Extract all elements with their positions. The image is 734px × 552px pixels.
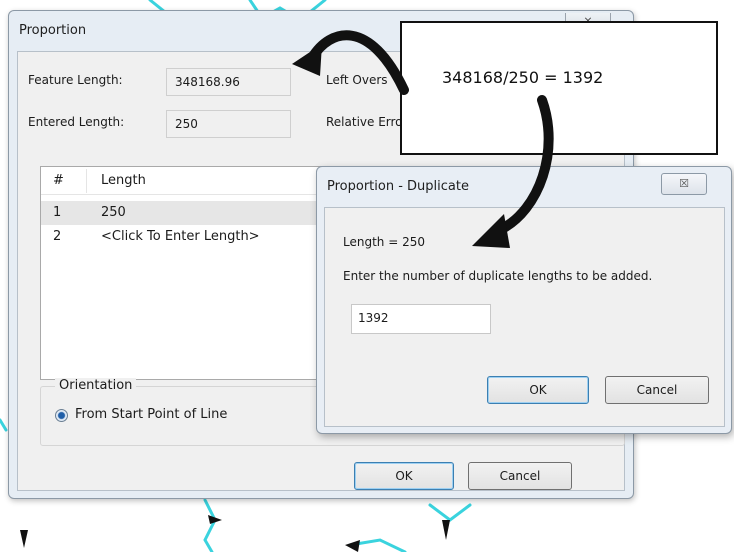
from-start-label[interactable]: From Start Point of Line	[75, 407, 227, 422]
column-header-number[interactable]: #	[53, 173, 64, 188]
feature-length-field: 348168.96	[166, 68, 291, 96]
list-item-number: 1	[53, 205, 62, 220]
list-item-number: 2	[53, 229, 62, 244]
map-feature-line	[0, 418, 8, 432]
duplicate-cancel-button[interactable]: Cancel	[605, 376, 709, 404]
duplicate-count-input[interactable]: 1392	[351, 304, 491, 334]
list-item-length: 250	[101, 205, 126, 220]
annotation-text: 348168/250 = 1392	[442, 68, 604, 87]
duplicate-length-text: Length = 250	[343, 235, 425, 249]
column-separator	[86, 169, 87, 193]
entered-length-label: Entered Length:	[28, 115, 125, 129]
map-feature-line	[428, 503, 472, 522]
entered-length-field: 250	[166, 110, 291, 138]
map-marker	[20, 530, 28, 548]
duplicate-dialog: Proportion - Duplicate ☒ Length = 250 En…	[316, 166, 732, 434]
relative-error-label: Relative Erro	[326, 115, 403, 129]
duplicate-prompt-text: Enter the number of duplicate lengths to…	[343, 269, 653, 283]
duplicate-close-button[interactable]: ☒	[661, 173, 707, 195]
proportion-window-title: Proportion	[19, 23, 87, 38]
column-header-length[interactable]: Length	[101, 173, 146, 188]
map-feature-line	[203, 498, 217, 552]
map-marker	[345, 540, 360, 552]
orientation-label: Orientation	[55, 378, 137, 393]
left-over-label: Left Overs	[326, 73, 388, 87]
list-item-length: <Click To Enter Length>	[101, 229, 260, 244]
annotation-callout: 348168/250 = 1392	[400, 21, 718, 155]
map-marker	[442, 520, 450, 540]
duplicate-dialog-title: Proportion - Duplicate	[327, 179, 469, 194]
from-start-radio[interactable]	[55, 409, 68, 422]
duplicate-client-area: Length = 250 Enter the number of duplica…	[324, 207, 725, 427]
main-cancel-button[interactable]: Cancel	[468, 462, 572, 490]
main-ok-button[interactable]: OK	[354, 462, 454, 490]
duplicate-ok-button[interactable]: OK	[487, 376, 589, 404]
feature-length-label: Feature Length:	[28, 73, 123, 87]
